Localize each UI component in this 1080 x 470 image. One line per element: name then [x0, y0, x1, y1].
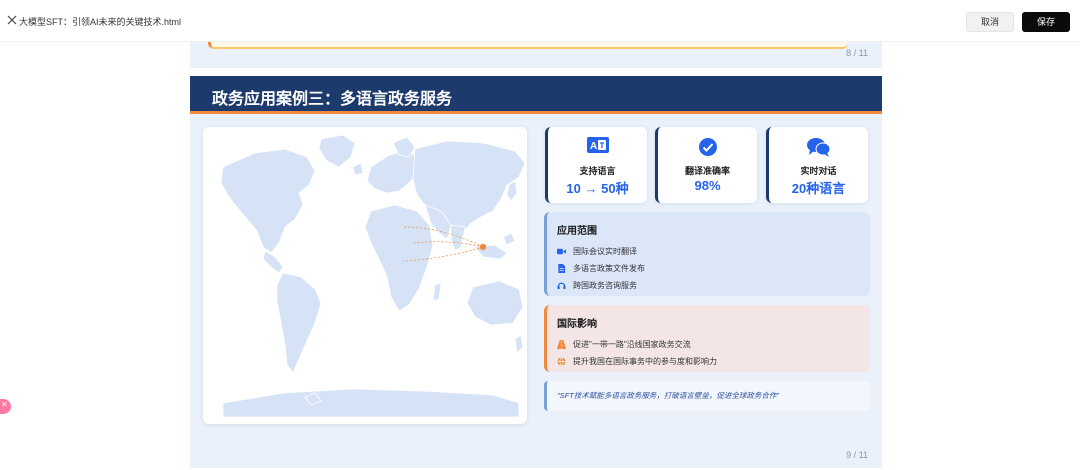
stat-card-accuracy: 翻译准确率 98%: [655, 127, 757, 203]
top-toolbar: 大模型SFT：引领AI未来的关键技术.html 取消 保存: [0, 0, 1080, 42]
close-icon[interactable]: [6, 14, 18, 26]
road-icon: [557, 340, 566, 349]
stat-value: 20种语言: [791, 181, 846, 196]
translate-icon: A: [586, 137, 609, 153]
save-button[interactable]: 保存: [1022, 12, 1070, 32]
international-impact-panel: 国际影响 促进"一带一路"沿线国家政务交流 提升我国在国际事务中的参与度和影响力: [544, 305, 870, 372]
stat-label: 实时对话: [800, 166, 837, 176]
stat-value: 98%: [694, 178, 721, 193]
file-title: 大模型SFT：引领AI未来的关键技术.html: [19, 17, 182, 27]
previous-slide[interactable]: 8 / 11: [190, 42, 882, 68]
previous-page-number: 8 / 11: [846, 48, 868, 58]
globe-icon: [557, 357, 566, 366]
document-icon: [558, 264, 566, 273]
slide-header: 政务应用案例三：多语言政务服务: [190, 76, 882, 114]
stat-card-languages: A 支持语言 10 → 50种: [545, 127, 647, 203]
stat-label: 支持语言: [579, 166, 616, 176]
current-slide[interactable]: 政务应用案例三：多语言政务服务 A 支持语言 10 → 50种 翻译准确率 98…: [190, 76, 882, 468]
check-circle-icon: [698, 138, 717, 156]
list-item-text: 国际会议实时翻译: [573, 247, 637, 256]
headset-icon: [557, 282, 566, 290]
current-page-number: 9 / 11: [846, 450, 868, 460]
list-item: 多语言政策文件发布: [557, 260, 860, 277]
world-map: [203, 127, 527, 424]
video-icon: [557, 248, 566, 255]
chat-bubbles-icon: [806, 138, 830, 157]
assistant-icon: ✕: [1, 400, 8, 409]
svg-text:A: A: [590, 141, 597, 152]
list-item: 提升我国在国际事务中的参与度和影响力: [557, 353, 860, 370]
slide-title: 政务应用案例三：多语言政务服务: [212, 91, 453, 108]
list-item: 跨国政务咨询服务: [557, 277, 860, 294]
list-item: 国际会议实时翻译: [557, 243, 860, 260]
list-item-text: 促进"一带一路"沿线国家政务交流: [573, 340, 691, 349]
slide-quote: "SFT技术赋能多语言政务服务，打破语言壁垒，促进全球政务合作": [544, 381, 870, 411]
cancel-button[interactable]: 取消: [966, 12, 1014, 32]
list-item-text: 提升我国在国际事务中的参与度和影响力: [573, 357, 717, 366]
stat-label: 翻译准确率: [684, 166, 730, 176]
panel-title: 国际影响: [557, 319, 597, 330]
panel-title: 应用范围: [557, 226, 597, 237]
previous-slide-callout-edge: [208, 42, 848, 49]
list-item: 促进"一带一路"沿线国家政务交流: [557, 336, 860, 353]
world-map-image: [220, 134, 526, 418]
stat-value: 10 → 50种: [566, 181, 629, 196]
application-scope-panel: 应用范围 国际会议实时翻译 多语言政策文件发布 跨国政务咨询服务: [544, 212, 870, 296]
list-item-text: 跨国政务咨询服务: [573, 281, 637, 290]
china-marker: [479, 243, 487, 251]
stat-card-dialogue: 实时对话 20种语言: [766, 127, 868, 203]
list-item-text: 多语言政策文件发布: [573, 264, 645, 273]
